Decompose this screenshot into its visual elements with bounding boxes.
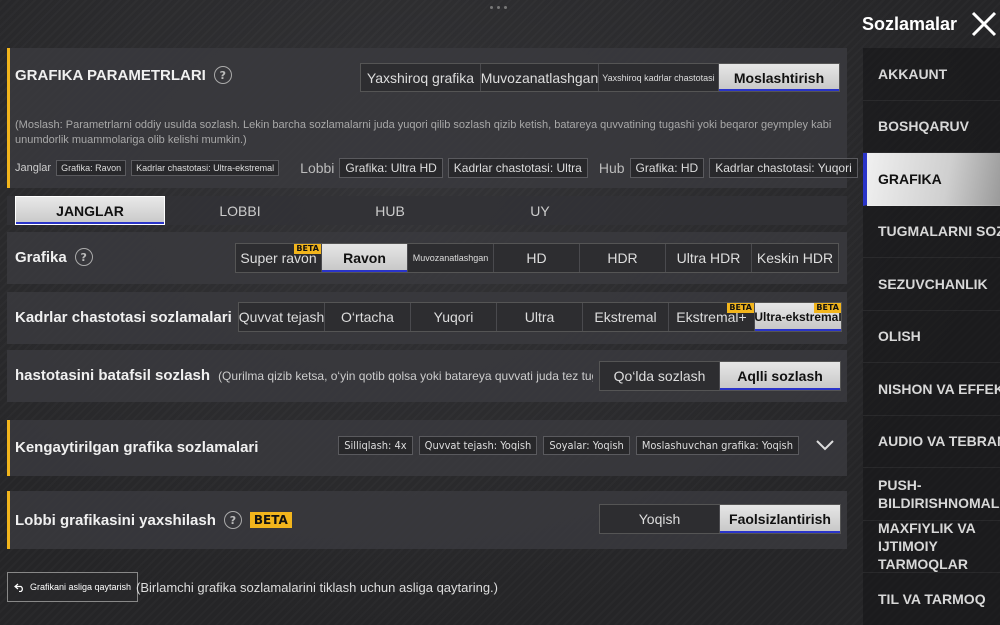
fps-detail-label: hastotasini batafsil sozlash: [15, 367, 211, 384]
beta-tag: BETA: [814, 303, 841, 313]
tab-janglar[interactable]: JANGLAR: [15, 196, 165, 225]
advanced-chip: Silliqlash: 4x: [338, 436, 413, 455]
mode-option-better-graphics[interactable]: Yaxshiroq grafika: [361, 64, 481, 91]
grafika-row: Grafika ? Super ravon BETA Ravon Muvozan…: [7, 232, 847, 284]
graphics-params-heading: GRAFIKA PARAMETRLARI ?: [15, 66, 232, 84]
sidebar: AKKAUNT BOSHQARUV GRAFIKA TUGMALARNI SOZ…: [863, 48, 1000, 625]
mode-option-balanced[interactable]: Muvozanatlashgan: [481, 64, 599, 91]
close-button[interactable]: [967, 3, 1000, 45]
advanced-section[interactable]: Kengaytirilgan grafika sozlamalari Silli…: [7, 420, 847, 476]
help-icon[interactable]: ?: [223, 511, 242, 529]
mode-option-custom[interactable]: Moslashtirish: [719, 64, 839, 91]
close-icon: [971, 11, 996, 37]
help-icon[interactable]: ?: [213, 66, 232, 84]
fps-detail-heading: hastotasini batafsil sozlash (Qurilma qi…: [15, 367, 593, 384]
sidebar-item-push[interactable]: PUSH-BILDIRISHNOMALAR: [863, 468, 1000, 521]
header: Sozlamalar: [862, 0, 1000, 48]
preset-label-lobbi: Lobbi: [300, 160, 335, 176]
preset-chip: Grafika: Ravon: [56, 160, 127, 176]
fps-label: Kadrlar chastotasi sozlamalari: [15, 308, 232, 326]
drag-handle[interactable]: [490, 6, 510, 10]
grafika-option-keskin-hdr[interactable]: Keskin HDR: [752, 244, 838, 272]
fps-detail-selector: Qo‘lda sozlash Aqlli sozlash: [599, 361, 841, 391]
mode-option-better-fps[interactable]: Yaxshiroq kadrlar chastotasi: [599, 64, 719, 91]
help-icon[interactable]: ?: [74, 248, 93, 266]
grafika-label: Grafika: [15, 248, 67, 266]
preset-chip: Grafika: Ultra HD: [339, 158, 443, 178]
tab-lobbi[interactable]: LOBBI: [165, 196, 315, 225]
grafika-option-hdr[interactable]: HDR: [580, 244, 666, 272]
sidebar-item-tugmalar[interactable]: TUGMALARNI SOZLA: [863, 206, 1000, 258]
preset-chip: Kadrlar chastotasi: Yuqori: [709, 158, 858, 178]
tab-uy[interactable]: UY: [465, 196, 615, 225]
beta-badge: BETA: [249, 512, 292, 528]
fps-option-extreme-plus[interactable]: Ekstremal+ BETA: [669, 303, 755, 331]
detail-option-manual[interactable]: Qo‘lda sozlash: [600, 362, 720, 390]
advanced-chip: Soyalar: Yoqish: [543, 436, 630, 455]
sidebar-item-sezuvchanlik[interactable]: SEZUVCHANLIK: [863, 258, 1000, 311]
grafika-option-ravon[interactable]: Ravon: [322, 244, 408, 272]
sidebar-item-nishon[interactable]: NISHON VA EFFEKTL: [863, 363, 1000, 416]
sidebar-item-maxfiylik[interactable]: MAXFIYLIK VA IJTIMOIY TARMOQLAR: [863, 521, 1000, 573]
sidebar-item-audio[interactable]: AUDIO VA TEBRANIS: [863, 416, 1000, 468]
lobby-enhance-label: Lobbi grafikasini yaxshilash: [15, 511, 216, 529]
preset-label-hub: Hub: [598, 160, 625, 176]
fps-detail-hint: (Qurilma qizib ketsa, o‘yin qotib qolsa …: [218, 368, 593, 383]
fps-detail-row: hastotasini batafsil sozlash (Qurilma qi…: [7, 350, 847, 402]
advanced-chips: Silliqlash: 4x Quvvat tejash: Yoqish Soy…: [338, 436, 799, 455]
grafika-heading: Grafika ?: [15, 248, 93, 266]
lobby-option-on[interactable]: Yoqish: [600, 505, 720, 533]
undo-icon: [14, 583, 23, 592]
fps-selector: Quvvat tejash O‘rtacha Yuqori Ultra Ekst…: [238, 302, 842, 332]
grafika-option-hd[interactable]: HD: [494, 244, 580, 272]
grafika-selector: Super ravon BETA Ravon Muvozanatlashgan …: [235, 243, 839, 273]
sidebar-item-grafika[interactable]: GRAFIKA: [863, 153, 1000, 206]
fps-row: Kadrlar chastotasi sozlamalari ? Quvvat …: [7, 292, 847, 344]
grafika-option-balanced[interactable]: Muvozanatlashgan: [408, 244, 494, 272]
sidebar-item-olish[interactable]: OLISH: [863, 311, 1000, 363]
reset-graphics-button[interactable]: Grafikani asliga qaytarish: [7, 572, 139, 602]
detail-option-smart[interactable]: Aqlli sozlash: [720, 362, 840, 390]
lobby-enhance-heading: Lobbi grafikasini yaxshilash ? BETA: [15, 511, 292, 529]
fps-option-high[interactable]: Yuqori: [411, 303, 497, 331]
fps-option-ultra-extreme[interactable]: Ultra-ekstremal BETA: [755, 303, 841, 331]
sidebar-item-boshqaruv[interactable]: BOSHQARUV: [863, 101, 1000, 153]
preset-chip: Kadrlar chastotasi: Ultra: [447, 158, 588, 178]
tab-hub[interactable]: HUB: [315, 196, 465, 225]
page-title: Sozlamalar: [862, 13, 958, 34]
graphics-params-title: GRAFIKA PARAMETRLARI: [15, 66, 206, 84]
chevron-down-icon[interactable]: [815, 438, 835, 452]
reset-hint: (Birlamchi grafika sozlamalarini tiklash…: [136, 580, 498, 595]
advanced-label: Kengaytirilgan grafika sozlamalari: [15, 439, 259, 456]
graphics-mode-selector: Yaxshiroq grafika Muvozanatlashgan Yaxsh…: [360, 63, 840, 92]
grafika-option-ultra-hdr[interactable]: Ultra HDR: [666, 244, 752, 272]
fps-option-extreme[interactable]: Ekstremal: [583, 303, 669, 331]
fps-option-power-save[interactable]: Quvvat tejash: [239, 303, 325, 331]
scene-tabs: JANGLAR LOBBI HUB UY: [7, 196, 847, 225]
lobby-enhance-selector: Yoqish Faolsizlantirish: [599, 504, 841, 534]
reset-button-label: Grafikani asliga qaytarish: [30, 582, 132, 592]
fps-heading: Kadrlar chastotasi sozlamalari ?: [15, 308, 258, 326]
lobby-enhance-section: Lobbi grafikasini yaxshilash ? BETA Yoqi…: [7, 491, 847, 549]
beta-tag: BETA: [294, 244, 321, 254]
fps-option-ultra[interactable]: Ultra: [497, 303, 583, 331]
sidebar-item-til[interactable]: TIL VA TARMOQ: [863, 573, 1000, 625]
lobby-option-off[interactable]: Faolsizlantirish: [720, 505, 840, 533]
preset-summary: Janglar Grafika: Ravon Kadrlar chastotas…: [15, 158, 858, 178]
grafika-option-super-ravon[interactable]: Super ravon BETA: [236, 244, 322, 272]
preset-chip: Kadrlar chastotasi: Ultra-ekstremal: [131, 160, 280, 176]
preset-label-janglar: Janglar: [15, 162, 52, 174]
sidebar-item-akkaunt[interactable]: AKKAUNT: [863, 48, 1000, 101]
advanced-chip: Moslashuvchan grafika: Yoqish: [635, 436, 799, 455]
beta-tag: BETA: [727, 303, 754, 313]
fps-option-medium[interactable]: O‘rtacha: [325, 303, 411, 331]
preset-chip: Grafika: HD: [629, 158, 705, 178]
advanced-chip: Quvvat tejash: Yoqish: [418, 436, 538, 455]
params-description: (Moslash: Parametrlarni oddiy usulda soz…: [15, 119, 832, 146]
